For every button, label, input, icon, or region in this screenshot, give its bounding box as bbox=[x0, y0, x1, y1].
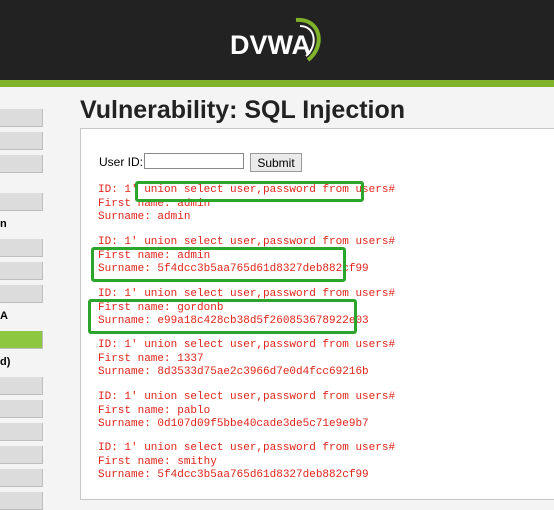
submit-button[interactable]: Submit bbox=[250, 153, 302, 172]
sidebar-item[interactable] bbox=[0, 492, 43, 510]
result-id-line: ID: 1' union select user,password from u… bbox=[98, 184, 396, 196]
query-result: ID: 1' union select user,password from u… bbox=[98, 236, 395, 277]
result-first-name: First name: smithy bbox=[98, 455, 217, 468]
result-surname: Surname: 0d107d09f5bbe40cade3de5c71e9e9b… bbox=[98, 418, 369, 430]
page-title: Vulnerability: SQL Injection bbox=[80, 96, 406, 124]
result-first-name: First name: 1337 bbox=[98, 352, 204, 365]
vulnerable-code-area: User ID: Submit ID: 1' union select user… bbox=[80, 128, 554, 500]
sidebar-item[interactable]: n bbox=[0, 216, 42, 233]
result-surname: Surname: e99a18c428cb38d5f260853678922e0… bbox=[98, 315, 369, 327]
result-first-name: First name: pablo bbox=[98, 404, 211, 417]
sidebar-item[interactable] bbox=[0, 400, 43, 418]
sidebar-menu: n A d) bbox=[0, 87, 48, 510]
query-result: ID: 1' union select user,password from u… bbox=[98, 339, 395, 380]
query-result: ID: 1' union select user,password from u… bbox=[98, 391, 395, 432]
header-accent-stripe bbox=[0, 80, 554, 87]
header-bar: DVWA bbox=[0, 0, 554, 80]
sidebar-item[interactable] bbox=[0, 469, 43, 487]
sidebar-item[interactable] bbox=[0, 377, 43, 395]
sidebar-item[interactable]: A bbox=[0, 308, 42, 325]
result-surname: Surname: 5f4dcc3b5aa765d61d8327deb882cf9… bbox=[98, 469, 369, 481]
userid-input[interactable] bbox=[144, 153, 244, 169]
result-id-line: ID: 1' union select user,password from u… bbox=[98, 442, 396, 454]
sidebar-item[interactable] bbox=[0, 193, 43, 211]
main-content: Vulnerability: SQL Injection User ID: Su… bbox=[80, 87, 554, 503]
result-first-name: First name: gordonb bbox=[98, 301, 224, 314]
result-id-line: ID: 1' union select user,password from u… bbox=[98, 236, 396, 248]
userid-label: User ID: bbox=[99, 155, 144, 169]
result-first-name: First name: admin bbox=[98, 197, 211, 210]
query-result: ID: 1' union select user,password from u… bbox=[98, 442, 395, 483]
result-id-line: ID: 1' union select user,password from u… bbox=[98, 288, 396, 300]
sidebar-item[interactable] bbox=[0, 285, 43, 303]
sidebar-item[interactable] bbox=[0, 423, 43, 441]
sidebar-item-sql-injection[interactable] bbox=[0, 331, 43, 349]
result-id-line: ID: 1' union select user,password from u… bbox=[98, 339, 396, 351]
sidebar-item[interactable] bbox=[0, 262, 43, 280]
sidebar-item[interactable] bbox=[0, 109, 43, 127]
sidebar-item[interactable] bbox=[0, 132, 43, 150]
result-surname: Surname: 8d3533d75ae2c3966d7e0d4fcc69216… bbox=[98, 366, 369, 378]
sidebar-item[interactable] bbox=[0, 446, 43, 464]
dvwa-logo[interactable]: DVWA bbox=[226, 16, 330, 68]
sidebar-item[interactable] bbox=[0, 239, 43, 257]
sidebar-item[interactable]: d) bbox=[0, 354, 42, 371]
query-result: ID: 1' union select user,password from u… bbox=[98, 288, 395, 329]
result-surname: Surname: 5f4dcc3b5aa765d61d8327deb882cf9… bbox=[98, 263, 369, 275]
sidebar-item[interactable] bbox=[0, 155, 43, 173]
logo-text: DVWA bbox=[230, 30, 311, 60]
query-result: ID: 1' union select user,password from u… bbox=[98, 184, 395, 225]
result-first-name: First name: admin bbox=[98, 249, 211, 262]
result-surname: Surname: admin bbox=[98, 211, 191, 223]
result-id-line: ID: 1' union select user,password from u… bbox=[98, 391, 396, 403]
